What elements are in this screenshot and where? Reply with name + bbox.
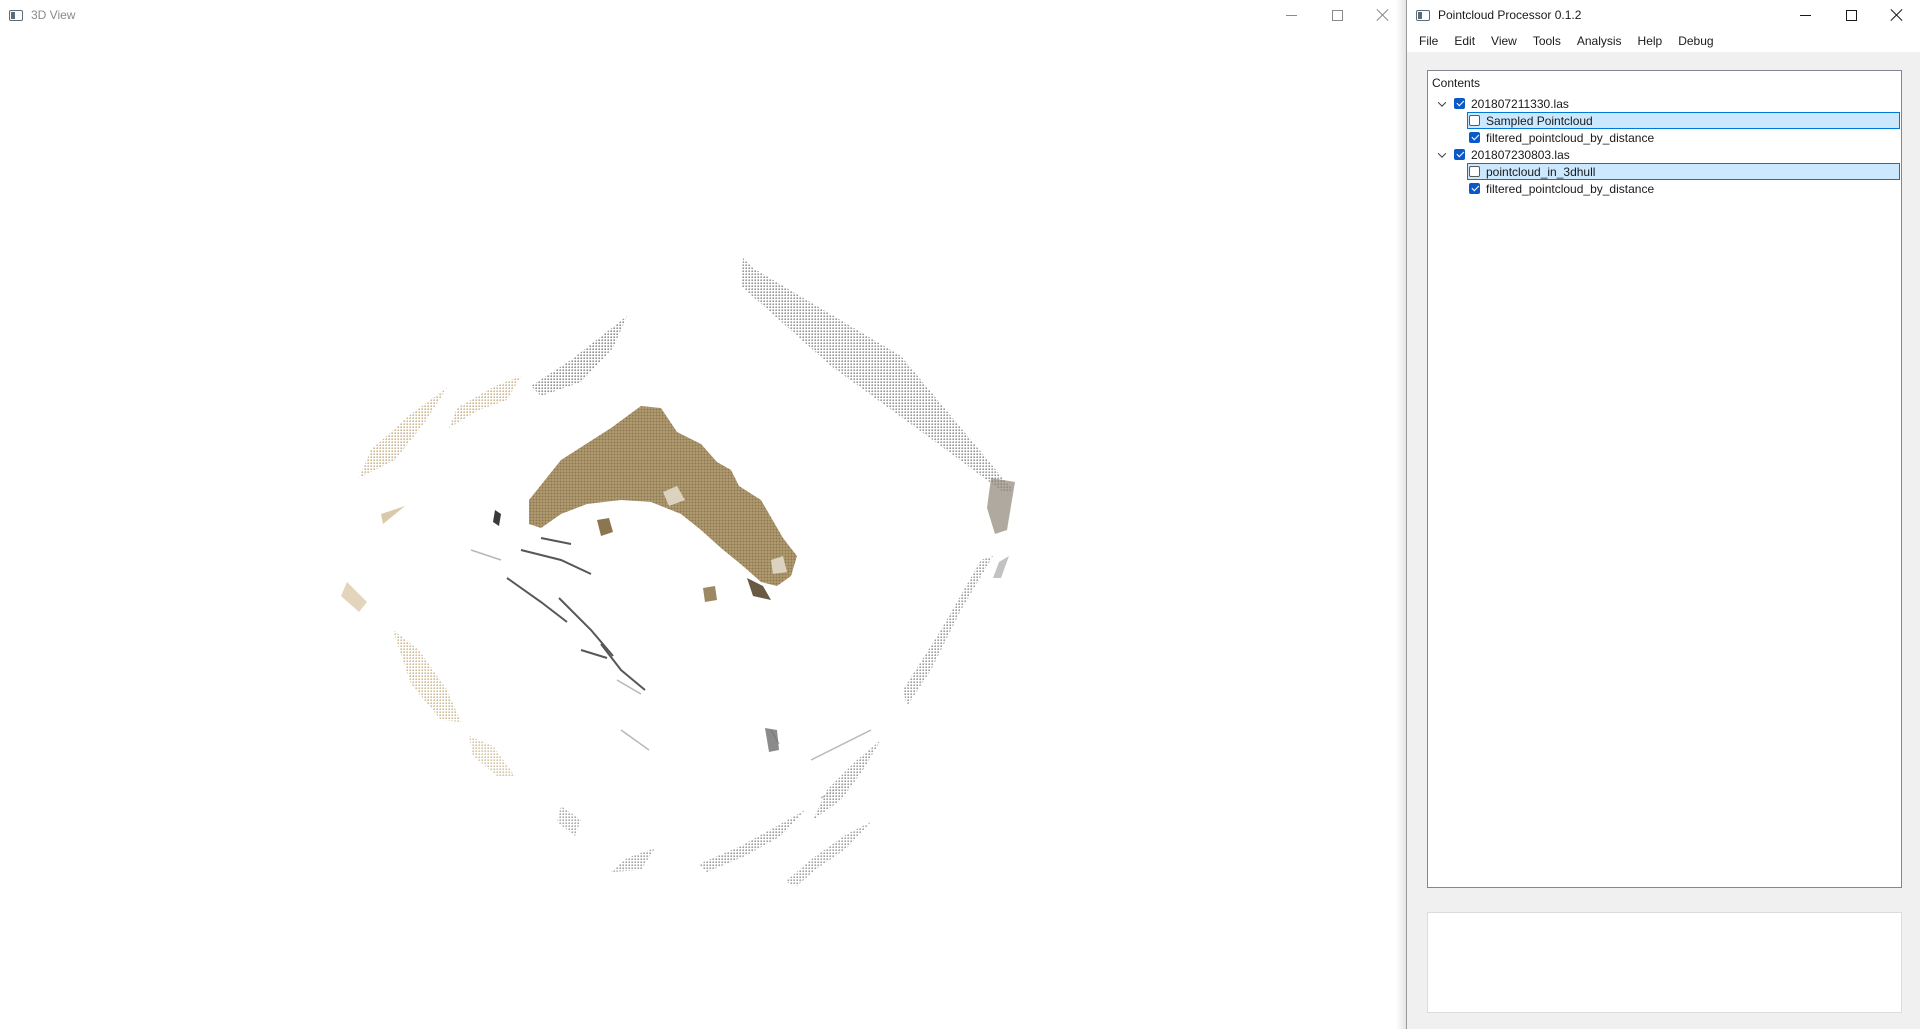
maximize-button[interactable] xyxy=(1828,0,1874,30)
menu-analysis[interactable]: Analysis xyxy=(1569,30,1630,52)
sand-strip-top-left xyxy=(449,376,521,428)
tree-item-file-1[interactable]: 201807211330.las xyxy=(1428,95,1901,112)
tree-item-file-2[interactable]: 201807230803.las xyxy=(1428,146,1901,163)
check-icon xyxy=(1470,132,1479,141)
sand-lower-left-2 xyxy=(469,736,515,776)
checkbox-pointcloud-in-3dhull[interactable] xyxy=(1469,166,1480,177)
right-fragment xyxy=(987,478,1015,534)
window-shadow xyxy=(1396,0,1406,1029)
checkbox-filtered-1[interactable] xyxy=(1469,132,1480,143)
3d-view-window: 3D View xyxy=(0,0,1407,1029)
menu-bar: File Edit View Tools Analysis Help Debug xyxy=(1407,30,1920,52)
sand-lower-left xyxy=(393,630,461,722)
dark-fragment xyxy=(493,510,501,526)
check-icon xyxy=(1455,149,1464,158)
chevron-down-icon[interactable] xyxy=(1434,148,1450,161)
window-app-icon xyxy=(1416,9,1430,21)
wall-strip-top-right xyxy=(741,258,1013,492)
contents-tree-panel[interactable]: Contents 201807211330.las Sampled Pointc… xyxy=(1427,70,1902,888)
maximize-icon xyxy=(1845,9,1857,21)
left-strip xyxy=(359,388,447,478)
left-small xyxy=(381,506,405,524)
wall-strip-top-left xyxy=(531,316,627,396)
checkbox-sampled-pointcloud[interactable] xyxy=(1469,115,1480,126)
grey-scatter xyxy=(470,549,872,799)
bottom-dark-blob xyxy=(765,728,779,752)
close-icon xyxy=(1377,9,1389,21)
check-icon xyxy=(1470,183,1479,192)
right-wall-lower xyxy=(903,556,993,706)
menu-edit[interactable]: Edit xyxy=(1446,30,1483,52)
minimize-icon xyxy=(1285,14,1297,16)
tree-item-label: pointcloud_in_3dhull xyxy=(1486,164,1596,179)
small-blob-2 xyxy=(703,586,717,602)
minimize-icon xyxy=(1799,14,1811,16)
dark-scatter xyxy=(506,537,646,691)
main-scanned-object xyxy=(529,406,797,586)
menu-file[interactable]: File xyxy=(1411,30,1446,52)
tree-item-label: 201807211330.las xyxy=(1471,96,1569,111)
contents-tree: 201807211330.las Sampled Pointcloud filt… xyxy=(1428,95,1901,197)
menu-tools[interactable]: Tools xyxy=(1525,30,1569,52)
tree-item-label: Sampled Pointcloud xyxy=(1486,113,1593,128)
right-speck xyxy=(993,556,1009,578)
processor-title: Pointcloud Processor 0.1.2 xyxy=(1438,8,1582,22)
pointcloud-render xyxy=(341,258,1015,886)
small-blob-1 xyxy=(597,518,613,536)
tree-item-label: filtered_pointcloud_by_distance xyxy=(1486,130,1655,145)
checkbox-file-2[interactable] xyxy=(1454,149,1465,160)
contents-header: Contents xyxy=(1432,76,1481,90)
window-app-icon xyxy=(9,9,23,21)
menu-debug[interactable]: Debug xyxy=(1670,30,1721,52)
maximize-button[interactable] xyxy=(1314,0,1360,30)
checkbox-filtered-2[interactable] xyxy=(1469,183,1480,194)
tree-item-filtered-2[interactable]: filtered_pointcloud_by_distance xyxy=(1428,180,1901,197)
close-icon xyxy=(1891,9,1903,21)
minimize-button[interactable] xyxy=(1782,0,1828,30)
tree-item-filtered-1[interactable]: filtered_pointcloud_by_distance xyxy=(1428,129,1901,146)
maximize-icon xyxy=(1331,9,1343,21)
3d-viewport-canvas[interactable] xyxy=(1,30,1405,1029)
close-button[interactable] xyxy=(1874,0,1920,30)
bottom-wall-center xyxy=(699,810,805,872)
3d-view-title: 3D View xyxy=(31,8,76,22)
minimize-button[interactable] xyxy=(1268,0,1314,30)
left-edge xyxy=(341,582,367,612)
tree-item-sampled-pointcloud[interactable]: Sampled Pointcloud xyxy=(1428,112,1901,129)
tree-item-label: 201807230803.las xyxy=(1471,147,1570,162)
bottom-left-fragments xyxy=(557,806,581,836)
3d-view-titlebar[interactable]: 3D View xyxy=(0,0,1406,30)
chevron-down-icon[interactable] xyxy=(1434,97,1450,110)
menu-help[interactable]: Help xyxy=(1630,30,1671,52)
bottom-wall-left xyxy=(611,848,655,872)
checkbox-file-1[interactable] xyxy=(1454,98,1465,109)
tree-item-pointcloud-in-3dhull[interactable]: pointcloud_in_3dhull xyxy=(1428,163,1901,180)
bottom-wall-right xyxy=(813,740,881,820)
menu-view[interactable]: View xyxy=(1483,30,1525,52)
bottom-wall-lower xyxy=(785,822,871,886)
check-icon xyxy=(1455,98,1464,107)
processor-window: Pointcloud Processor 0.1.2 File Edit Vie… xyxy=(1406,0,1920,1029)
tree-item-label: filtered_pointcloud_by_distance xyxy=(1486,181,1655,196)
properties-panel[interactable] xyxy=(1427,912,1902,1013)
processor-titlebar[interactable]: Pointcloud Processor 0.1.2 xyxy=(1407,0,1920,30)
